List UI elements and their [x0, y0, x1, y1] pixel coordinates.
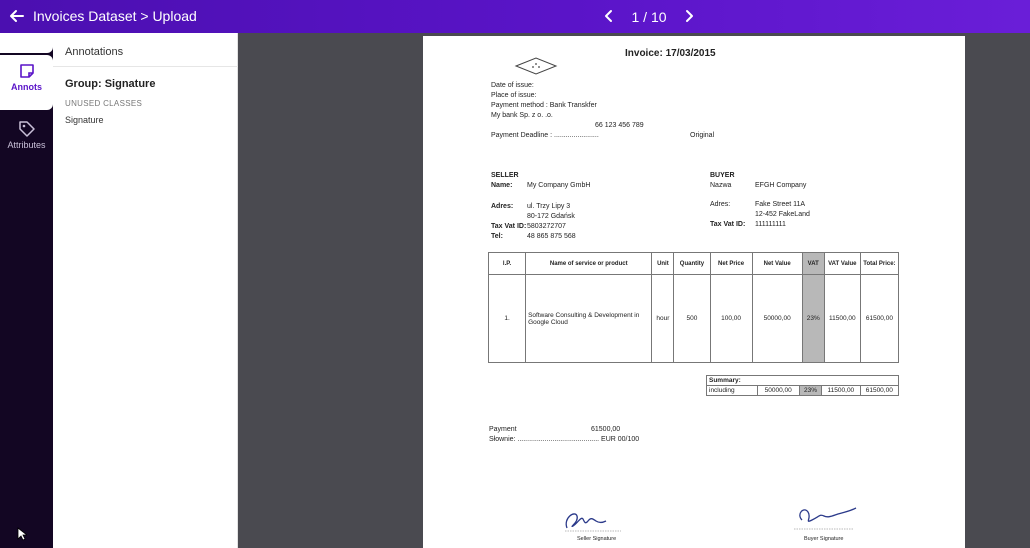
sticky-note-icon: [19, 64, 34, 78]
mouse-cursor-icon: [17, 527, 27, 541]
items-table: l.P. Name of service or product Unit Qua…: [487, 252, 900, 363]
panel-heading: Annotations: [65, 46, 124, 58]
invoice-page: Invoice: 17/03/2015 Date of issue: Place…: [423, 36, 965, 548]
document-viewer: Invoice: 17/03/2015 Date of issue: Place…: [238, 33, 1030, 548]
col-header: Quantity: [673, 252, 711, 275]
table-row: including 50000,00 23% 11500,00 61500,00: [706, 385, 900, 396]
col-header: Net Price: [709, 252, 753, 275]
page-indicator: 1 / 10: [631, 9, 667, 25]
seller-signature-label: Seller Signature: [577, 536, 617, 542]
col-header: VAT: [801, 252, 825, 275]
col-header: l.P.: [487, 252, 527, 275]
invoice-title: Invoice: 17/03/2015: [625, 48, 716, 59]
seller-tax: 5803272707: [527, 223, 566, 230]
seller-name: My Company GmbH: [527, 182, 591, 189]
diamond-logo-icon: [514, 57, 558, 75]
buyer-signature-label: Buyer Signature: [804, 536, 844, 542]
seller-signature-scribble-icon: [565, 513, 621, 532]
top-bar: Invoices Dataset > Upload 1 / 10: [0, 0, 1030, 33]
seller-addr1: ul. Trzy Lipy 3: [527, 203, 571, 210]
seller-name-label: Name:: [491, 182, 513, 189]
buyer-signature-scribble-icon: [794, 507, 857, 530]
chevron-left-icon[interactable]: [602, 8, 616, 24]
table-row: 1. Software Consulting & Development in …: [487, 274, 900, 363]
cell: 1.: [487, 274, 527, 363]
buyer-addr2: 12-452 FakeLand: [755, 211, 810, 218]
cell: Software Consulting & Development in Goo…: [525, 274, 653, 363]
account-number: 66 123 456 789: [595, 122, 644, 129]
payment-value: 61500,00: [591, 426, 621, 433]
group-title: Group: Signature: [65, 78, 156, 90]
date-of-issue: Date of issue:: [491, 82, 534, 89]
cell: 50000,00: [751, 274, 803, 363]
payment-label: Payment: [489, 426, 517, 433]
buyer-heading: BUYER: [710, 172, 735, 179]
rail-item-attributes[interactable]: Attributes: [0, 113, 53, 168]
col-header: Total Price:: [859, 252, 900, 275]
seller-tel: 48 865 875 568: [527, 233, 576, 240]
col-header: Unit: [651, 252, 675, 275]
buyer-name-label: Nazwa: [710, 182, 732, 189]
class-item-signature[interactable]: Signature: [65, 115, 104, 125]
pager: 1 / 10: [600, 6, 700, 26]
chevron-right-icon[interactable]: [682, 8, 696, 24]
payment-method: Payment method : Bank Transkfer: [491, 102, 597, 109]
seller-addr2: 80-172 Gdańsk: [527, 213, 575, 220]
cell: 50000,00: [756, 385, 800, 396]
cell: hour: [651, 274, 675, 363]
rail-label-annots: Annots: [11, 82, 42, 92]
cell: 100,00: [709, 274, 753, 363]
rail-item-annots[interactable]: Annots: [0, 55, 53, 110]
seller-addr-label: Adres:: [491, 203, 514, 210]
seller-tax-label: Tax Vat ID:: [491, 223, 527, 230]
cell: 11500,00: [823, 274, 861, 363]
back-arrow-icon[interactable]: [8, 7, 26, 25]
col-header: Name of service or product: [525, 252, 653, 275]
buyer-name: EFGH Company: [755, 182, 807, 189]
payment-deadline: Payment Deadline : .....................…: [491, 132, 599, 139]
summary-table: Summary: including 50000,00 23% 11500,00…: [706, 375, 900, 396]
summary-heading: Summary:: [706, 375, 899, 386]
seller-heading: SELLER: [491, 172, 519, 179]
breadcrumb-title: Invoices Dataset > Upload: [33, 8, 197, 24]
buyer-tax-label: Tax Vat ID:: [710, 221, 746, 228]
cell: including: [706, 385, 758, 396]
cell: 500: [673, 274, 711, 363]
col-header: Net Value: [751, 252, 803, 275]
place-of-issue: Place of issue:: [491, 92, 537, 99]
cell: 23%: [801, 274, 825, 363]
rail-top-tab: [0, 33, 53, 53]
original-label: Original: [690, 132, 715, 139]
buyer-addr-label: Adres:: [710, 201, 731, 208]
tag-icon: [18, 121, 35, 137]
seller-tel-label: Tel:: [491, 233, 503, 240]
table-header-row: l.P. Name of service or product Unit Qua…: [487, 252, 900, 275]
cell: 11500,00: [821, 385, 861, 396]
col-header: VAT Value: [823, 252, 861, 275]
summary-header-row: Summary:: [706, 375, 899, 386]
cell: 23%: [798, 385, 823, 396]
bank-name: My bank Sp. z o. .o.: [491, 112, 553, 119]
divider: [53, 66, 238, 67]
left-rail: Annots Attributes: [0, 33, 53, 548]
annotations-panel: Annotations Group: Signature UNUSED CLAS…: [53, 33, 238, 548]
unused-classes-label: UNUSED CLASSES: [65, 99, 143, 108]
buyer-addr1: Fake Street 11A: [755, 201, 806, 208]
rail-label-attributes: Attributes: [7, 140, 46, 150]
cell: 61500,00: [859, 385, 900, 396]
cell: 61500,00: [859, 274, 900, 363]
slownie-line: Słownie: ...............................…: [489, 436, 640, 443]
buyer-tax: 111111111: [755, 221, 786, 228]
